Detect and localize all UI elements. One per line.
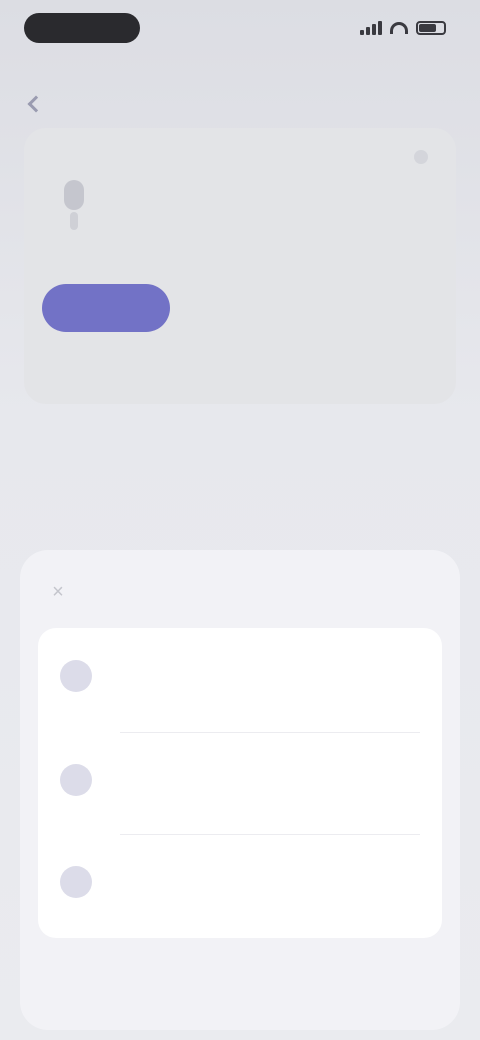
list-item[interactable] xyxy=(38,834,442,938)
wifi-icon xyxy=(390,22,408,34)
card-footer xyxy=(186,350,416,374)
tertiary-button[interactable] xyxy=(326,290,424,326)
option-icon xyxy=(60,866,92,898)
status-icons xyxy=(360,21,446,35)
option-icon xyxy=(60,764,92,796)
screen: × xyxy=(0,0,480,1040)
section-row xyxy=(40,506,440,532)
top-nav xyxy=(24,90,456,118)
status-time xyxy=(24,13,140,43)
secondary-button[interactable] xyxy=(186,290,296,326)
primary-button[interactable] xyxy=(42,284,170,332)
card-chip xyxy=(414,150,428,164)
battery-icon xyxy=(416,21,446,35)
back-icon[interactable] xyxy=(27,95,45,113)
card-icon-stem xyxy=(70,212,78,230)
summary-card xyxy=(24,128,456,404)
card-icon xyxy=(64,180,84,210)
bottom-sheet: × xyxy=(20,550,460,1030)
list-item[interactable] xyxy=(38,628,442,732)
option-icon xyxy=(60,660,92,692)
status-bar xyxy=(0,0,480,56)
sheet-header: × xyxy=(20,570,460,614)
signal-icon xyxy=(360,21,382,35)
options-list xyxy=(38,628,442,938)
close-icon[interactable]: × xyxy=(44,578,72,606)
list-item[interactable] xyxy=(38,732,442,836)
